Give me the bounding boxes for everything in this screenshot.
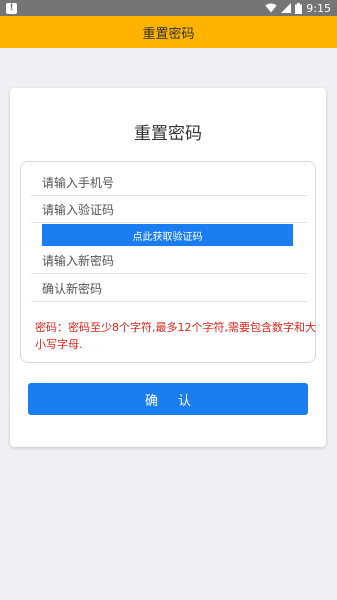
new-password-input[interactable] bbox=[31, 248, 307, 274]
wifi-icon bbox=[265, 3, 277, 13]
signal-icon bbox=[281, 3, 292, 13]
app-bar-title: 重置密码 bbox=[142, 26, 195, 42]
app-bar: 重置密码 bbox=[0, 16, 337, 48]
confirm-password-input[interactable] bbox=[31, 276, 307, 302]
alert-icon: ! bbox=[6, 2, 17, 14]
password-rule-hint: 密码：密码至少8个字符,最多12个字符,需要包含数字和大小写字母. bbox=[35, 321, 316, 351]
status-bar: ! 9:15 bbox=[0, 0, 337, 16]
card-title: 重置密码 bbox=[134, 124, 202, 144]
phone-input[interactable] bbox=[31, 170, 307, 196]
get-code-button[interactable]: 点此获取验证码 bbox=[42, 224, 293, 246]
reset-password-card: 重置密码 点此获取验证码 密码：密码至少8个字符,最多12个字符,需要包含数字和… bbox=[10, 88, 326, 447]
status-time: 9:15 bbox=[306, 1, 331, 15]
battery-icon bbox=[295, 2, 303, 14]
verification-code-input[interactable] bbox=[31, 197, 307, 223]
confirm-button[interactable]: 确认 bbox=[28, 383, 308, 415]
